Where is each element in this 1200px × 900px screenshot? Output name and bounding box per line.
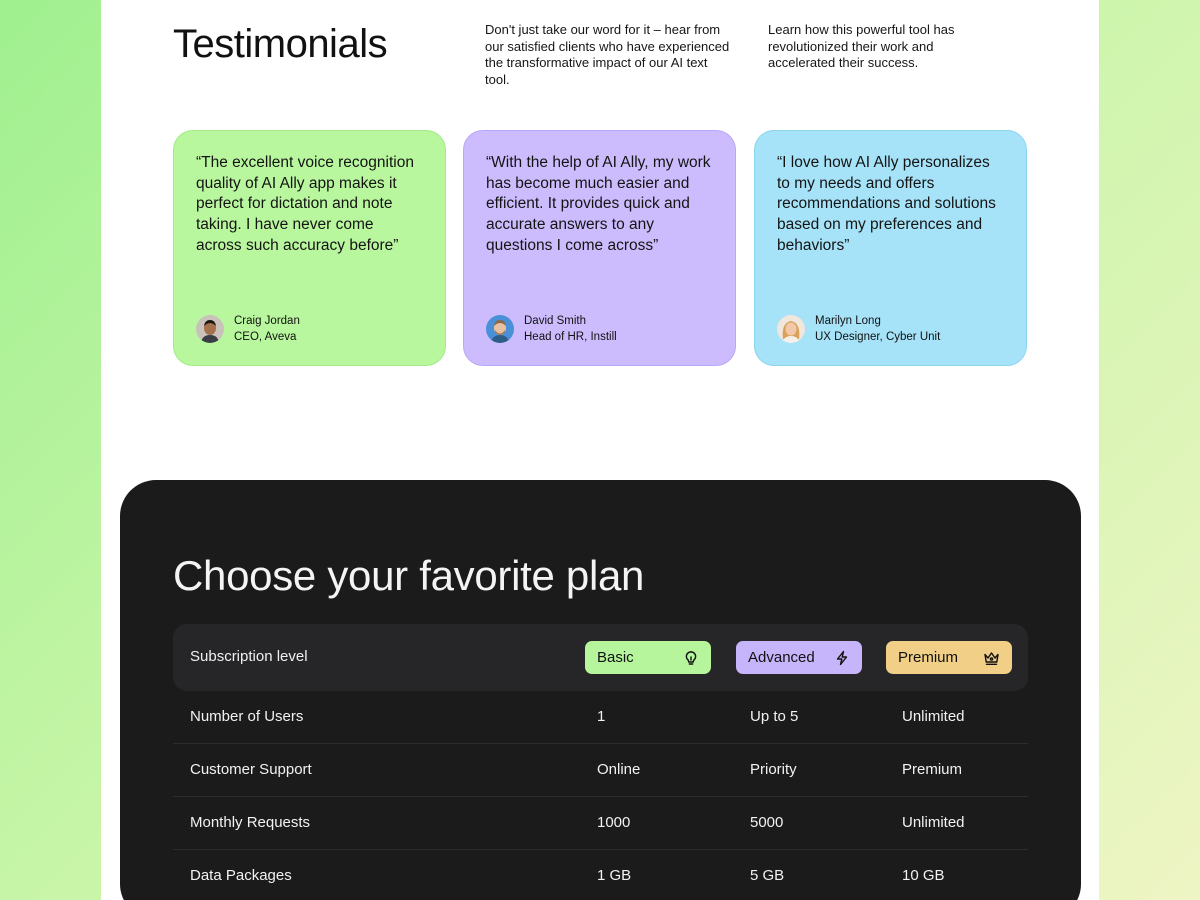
avatar — [777, 315, 805, 343]
crown-icon — [983, 650, 1000, 666]
basic-value: 1 — [597, 708, 606, 725]
page-container: Testimonials Don't just take our word fo… — [101, 0, 1099, 900]
testimonial-quote: “I love how AI Ally personalizes to my n… — [777, 154, 996, 254]
testimonial-quote: “With the help of AI Ally, my work has b… — [486, 154, 711, 254]
premium-value: Premium — [902, 761, 963, 778]
basic-value: Online — [597, 761, 641, 778]
author-role: Head of HR, Instill — [524, 331, 617, 343]
advanced-value: 5 GB — [750, 867, 785, 884]
row-label: Monthly Requests — [190, 814, 311, 831]
plan-basic-label: Basic — [597, 649, 634, 666]
pricing-section: Choose your favorite plan Subscription l… — [120, 480, 1081, 900]
basic-value: 1000 — [597, 814, 631, 831]
testimonial-author: David Smith Head of HR, Instill — [486, 313, 617, 345]
table-row: Number of Users 1 Up to 5 Unlimited — [173, 691, 1028, 744]
author-name: David Smith — [524, 315, 586, 327]
plan-basic-badge[interactable]: Basic — [585, 641, 711, 674]
testimonial-quote: “The excellent voice recognition quality… — [196, 154, 414, 254]
testimonials-description-secondary: Learn how this powerful tool has revolut… — [768, 22, 955, 70]
testimonial-card: “I love how AI Ally personalizes to my n… — [754, 130, 1027, 366]
subscription-level-label: Subscription level — [190, 648, 308, 665]
plan-premium-label: Premium — [898, 649, 959, 666]
author-role: CEO, Aveva — [234, 331, 297, 343]
plan-premium-badge[interactable]: Premium — [886, 641, 1012, 674]
row-label: Customer Support — [190, 761, 312, 778]
lightning-icon — [834, 650, 850, 666]
author-name: Marilyn Long — [815, 315, 881, 327]
testimonials-title: Testimonials — [173, 22, 388, 66]
avatar — [486, 315, 514, 343]
testimonial-card: “With the help of AI Ally, my work has b… — [463, 130, 736, 366]
testimonials-description: Don't just take our word for it – hear f… — [485, 22, 730, 87]
row-label: Number of Users — [190, 708, 304, 725]
author-role: UX Designer, Cyber Unit — [815, 331, 941, 343]
table-row: Customer Support Online Priority Premium — [173, 744, 1028, 797]
table-row: Monthly Requests 1000 5000 Unlimited — [173, 797, 1028, 850]
table-row: Data Packages 1 GB 5 GB 10 GB — [173, 850, 1028, 900]
pricing-title: Choose your favorite plan — [173, 552, 645, 599]
advanced-value: Priority — [750, 761, 797, 778]
basic-value: 1 GB — [597, 867, 632, 884]
row-label: Data Packages — [190, 867, 292, 884]
plan-advanced-label: Advanced — [748, 649, 815, 666]
testimonial-card: “The excellent voice recognition quality… — [173, 130, 446, 366]
plan-advanced-badge[interactable]: Advanced — [736, 641, 862, 674]
advanced-value: 5000 — [750, 814, 784, 831]
author-name: Craig Jordan — [234, 315, 300, 327]
testimonial-author: Marilyn Long UX Designer, Cyber Unit — [777, 313, 940, 345]
premium-value: Unlimited — [902, 708, 965, 725]
premium-value: Unlimited — [902, 814, 965, 831]
pricing-header-row: Subscription level Basic Advanced Premiu… — [173, 624, 1028, 691]
advanced-value: Up to 5 — [750, 708, 799, 725]
lightbulb-icon — [683, 650, 699, 666]
avatar — [196, 315, 224, 343]
premium-value: 10 GB — [902, 867, 945, 884]
testimonial-author: Craig Jordan CEO, Aveva — [196, 313, 300, 345]
